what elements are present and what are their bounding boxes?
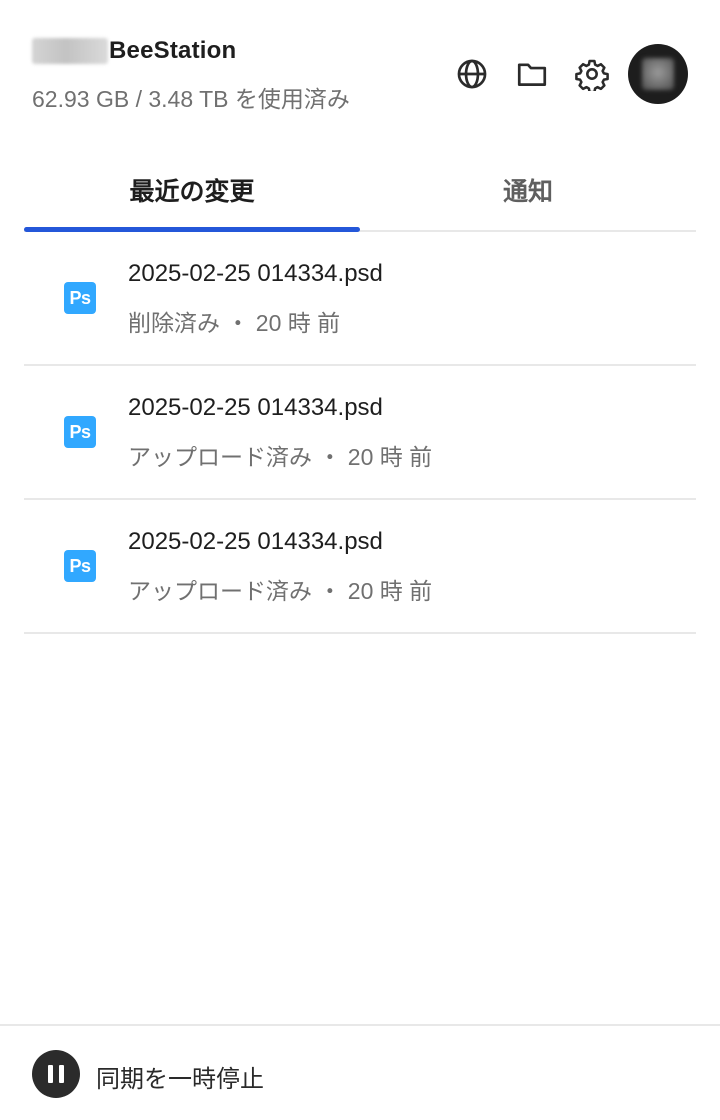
storage-usage: 62.93 GB / 3.48 TB を使用済み — [32, 86, 350, 112]
header: BeeStation 62.93 GB / 3.48 TB を使用済み — [0, 0, 720, 140]
device-name: BeeStation — [32, 34, 236, 68]
folder-button[interactable] — [510, 52, 554, 96]
photoshop-file-icon: Ps — [64, 550, 96, 582]
avatar-image — [642, 58, 674, 90]
pause-sync-label[interactable]: 同期を一時停止 — [96, 1059, 264, 1094]
globe-button[interactable] — [450, 52, 494, 96]
file-status: 削除済み ・ 20 時 前 — [128, 310, 341, 336]
recent-changes-list: Ps 2025-02-25 014334.psd 削除済み ・ 20 時 前 P… — [24, 232, 696, 634]
avatar[interactable] — [628, 44, 688, 104]
photoshop-file-icon: Ps — [64, 416, 96, 448]
tab-notifications[interactable]: 通知 — [360, 150, 696, 230]
redacted-device-prefix — [32, 38, 108, 64]
gear-icon — [575, 59, 609, 91]
device-title: BeeStation — [109, 37, 237, 64]
photoshop-file-icon: Ps — [64, 282, 96, 314]
settings-button[interactable] — [570, 52, 614, 96]
list-item[interactable]: Ps 2025-02-25 014334.psd 削除済み ・ 20 時 前 — [24, 232, 696, 366]
file-name: 2025-02-25 014334.psd — [128, 528, 383, 555]
tab-bar: 最近の変更 通知 — [24, 150, 696, 232]
pause-icon — [59, 1065, 64, 1083]
list-item[interactable]: Ps 2025-02-25 014334.psd アップロード済み ・ 20 時… — [24, 366, 696, 500]
globe-icon — [457, 59, 487, 89]
file-name: 2025-02-25 014334.psd — [128, 260, 383, 287]
list-item[interactable]: Ps 2025-02-25 014334.psd アップロード済み ・ 20 時… — [24, 500, 696, 634]
pause-icon — [48, 1065, 53, 1083]
file-name: 2025-02-25 014334.psd — [128, 394, 383, 421]
pause-sync-button[interactable] — [32, 1050, 80, 1098]
tab-recent-changes[interactable]: 最近の変更 — [24, 150, 360, 230]
file-status: アップロード済み ・ 20 時 前 — [128, 444, 433, 470]
footer: 同期を一時停止 — [0, 1024, 720, 1120]
file-status: アップロード済み ・ 20 時 前 — [128, 578, 433, 604]
folder-icon — [517, 63, 547, 86]
